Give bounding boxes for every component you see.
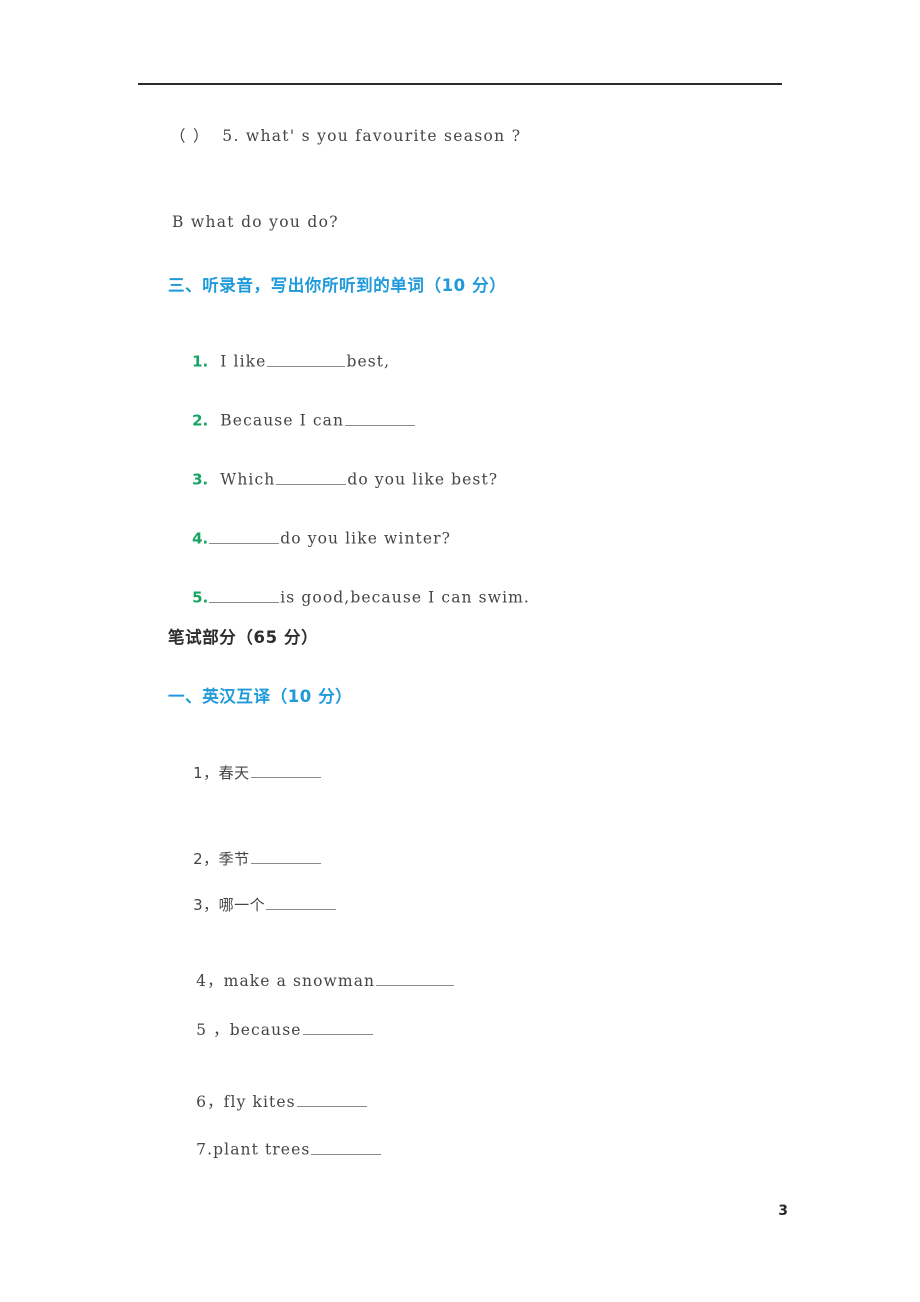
- item-text: 春天: [218, 764, 250, 782]
- answer-blank[interactable]: [296, 1091, 367, 1107]
- item-text-post: do you like winter?: [280, 529, 452, 548]
- item-text: 季节: [218, 850, 250, 868]
- translation-item: 1，春天: [172, 744, 322, 801]
- listening-word-item: 1. I like best,: [168, 333, 390, 389]
- answer-blank[interactable]: [345, 410, 416, 426]
- answer-blank[interactable]: [250, 849, 321, 864]
- page-top-divider: [138, 83, 782, 85]
- item-text-pre: Which: [208, 470, 276, 489]
- listening-word-item: 5. is good,because I can swim.: [168, 569, 530, 625]
- answer-blank[interactable]: [276, 469, 347, 485]
- written-part-heading: 笔试部分（65 分）: [168, 628, 319, 647]
- item-number: 7.: [196, 1140, 214, 1159]
- section-three-heading: 三、听录音，写出你所听到的单词（10 分）: [168, 276, 507, 295]
- item-text: 哪一个: [218, 896, 266, 914]
- item-number: 5 ，: [196, 1021, 230, 1039]
- listening-question-5-option-b: B what do you do?: [172, 213, 339, 231]
- item-text-post: do you like best?: [347, 470, 499, 489]
- item-number: 2，: [193, 850, 219, 868]
- item-number: 2.: [192, 411, 209, 430]
- item-number: 4，: [196, 972, 224, 990]
- listening-question-5: （ ） 5. what' s you favourite season ?: [170, 127, 522, 145]
- translation-item: 5 ，because: [172, 1000, 374, 1058]
- answer-blank[interactable]: [376, 970, 455, 986]
- item-text-pre: Because I can: [208, 411, 345, 430]
- listening-word-item: 2. Because I can: [168, 392, 416, 448]
- translation-item: 3，哪一个: [172, 876, 337, 933]
- item-number: 1，: [193, 764, 219, 782]
- item-text-post: best,: [346, 352, 391, 371]
- item-text: because: [229, 1021, 302, 1039]
- page-number: 3: [778, 1203, 788, 1219]
- item-text-post: is good,because I can swim.: [280, 588, 530, 607]
- listening-word-item: 3. Which do you like best?: [168, 451, 498, 507]
- answer-blank[interactable]: [209, 528, 280, 544]
- listening-word-item: 4. do you like winter?: [168, 510, 451, 566]
- answer-blank[interactable]: [250, 763, 321, 778]
- item-number: 4.: [192, 529, 209, 548]
- translation-item: 7.plant trees: [172, 1121, 382, 1177]
- item-number: 3，: [193, 896, 219, 914]
- item-number: 6，: [196, 1093, 224, 1111]
- answer-blank[interactable]: [266, 895, 337, 910]
- answer-blank[interactable]: [311, 1139, 382, 1155]
- item-text-pre: I like: [208, 352, 267, 371]
- item-text: plant trees: [213, 1140, 311, 1159]
- item-number: 3.: [192, 470, 209, 489]
- section-one-heading: 一、英汉互译（10 分）: [168, 687, 353, 706]
- item-text: fly kites: [223, 1093, 296, 1111]
- answer-blank[interactable]: [302, 1019, 373, 1035]
- item-number: 1.: [192, 352, 209, 371]
- answer-blank[interactable]: [267, 351, 346, 367]
- answer-blank[interactable]: [209, 587, 280, 603]
- document-page: （ ） 5. what' s you favourite season ? B …: [0, 0, 920, 1302]
- item-text: make a snowman: [223, 972, 376, 990]
- item-number: 5.: [192, 588, 209, 607]
